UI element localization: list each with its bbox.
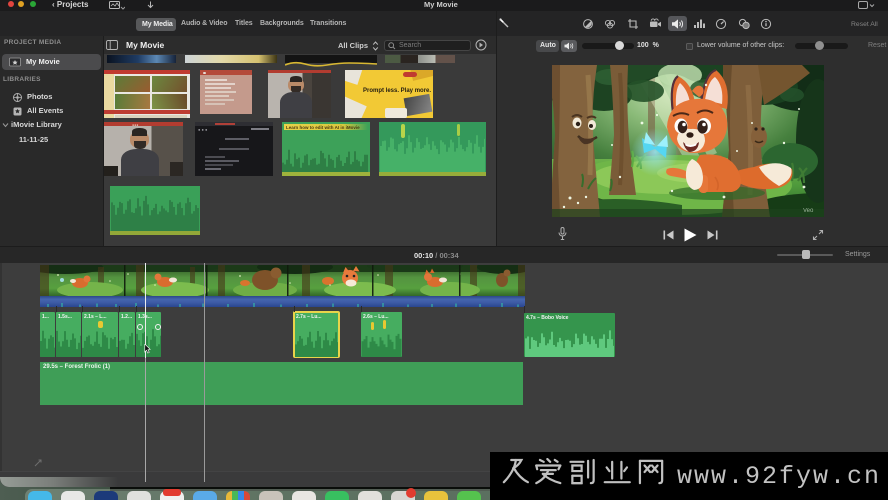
svg-text:Veo: Veo — [803, 208, 814, 214]
